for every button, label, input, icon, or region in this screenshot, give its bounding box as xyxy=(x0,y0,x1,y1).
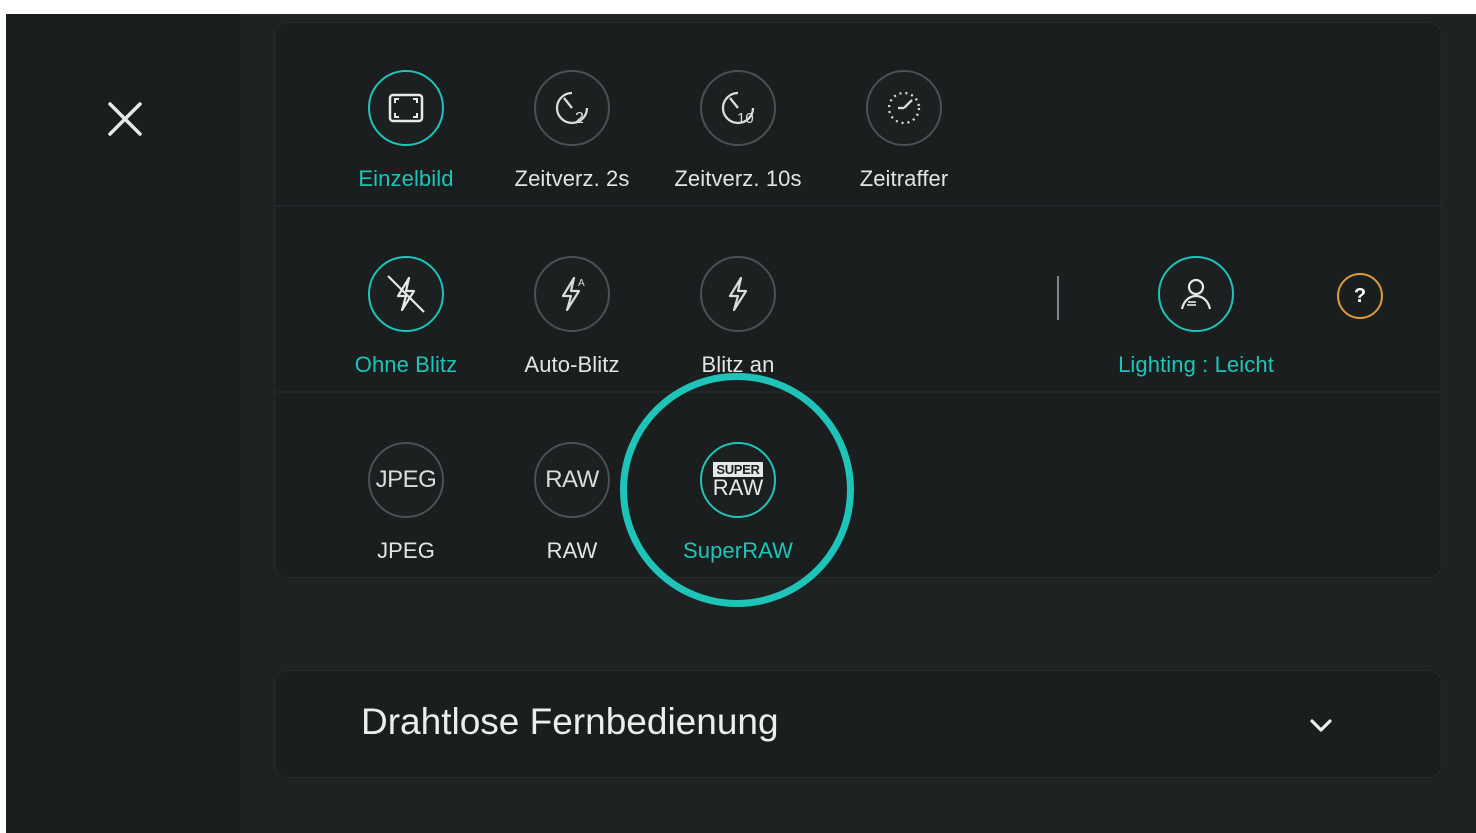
svg-text:A: A xyxy=(578,278,585,289)
flash-mode-label: Blitz an xyxy=(701,352,775,377)
section-title: Drahtlose Fernbedienung xyxy=(361,701,779,742)
drive-mode-label: Einzelbild xyxy=(358,166,454,191)
format-label: JPEG xyxy=(377,538,435,563)
format-raw[interactable]: RAW RAW xyxy=(504,442,644,592)
format-superraw[interactable]: SUPER RAW SuperRAW xyxy=(670,442,810,592)
jpeg-icon: JPEG xyxy=(368,442,444,518)
flash-on-icon xyxy=(700,256,776,332)
raw-icon: RAW xyxy=(534,442,610,518)
timer-10s-icon: 10 xyxy=(700,70,776,146)
vertical-separator xyxy=(1057,276,1059,320)
flash-mode-on[interactable]: Blitz an xyxy=(670,256,810,406)
timer-2s-icon: 2 xyxy=(534,70,610,146)
superraw-icon: SUPER RAW xyxy=(700,442,776,518)
sidebar xyxy=(6,14,240,833)
drive-mode-single[interactable]: Einzelbild xyxy=(338,70,478,220)
flash-mode-off[interactable]: Ohne Blitz xyxy=(338,256,478,406)
frame-icon xyxy=(368,70,444,146)
portrait-lighting-icon xyxy=(1158,256,1234,332)
drive-mode-timelapse[interactable]: Zeitraffer xyxy=(836,70,976,220)
close-button[interactable] xyxy=(100,94,150,144)
drive-mode-label: Zeitraffer xyxy=(859,166,949,191)
superraw-icon-bottom: RAW xyxy=(712,474,764,500)
svg-text:2: 2 xyxy=(575,110,584,127)
jpeg-icon-text: JPEG xyxy=(375,466,437,493)
flash-mode-label: Ohne Blitz xyxy=(354,352,458,377)
drive-mode-label: Zeitverz. 2s xyxy=(514,166,630,191)
format-jpeg[interactable]: JPEG JPEG xyxy=(338,442,478,592)
raw-icon-text: RAW xyxy=(545,466,599,493)
flash-mode-label: Auto-Blitz xyxy=(524,352,620,377)
lighting-mode[interactable]: Lighting : Leicht xyxy=(1118,256,1274,406)
drive-mode-timer-2s[interactable]: 2 Zeitverz. 2s xyxy=(504,70,644,220)
format-label: SuperRAW xyxy=(682,538,794,563)
help-button[interactable]: ? xyxy=(1337,273,1383,319)
svg-text:10: 10 xyxy=(737,110,754,127)
chevron-down-icon xyxy=(1310,719,1332,732)
help-icon: ? xyxy=(1353,284,1367,307)
drive-mode-label: Zeitverz. 10s xyxy=(674,166,802,191)
flash-auto-icon: A xyxy=(534,256,610,332)
format-label: RAW xyxy=(546,538,598,563)
flash-off-icon xyxy=(368,256,444,332)
close-icon xyxy=(108,102,142,136)
wireless-remote-section[interactable]: Drahtlose Fernbedienung xyxy=(274,670,1442,778)
timelapse-icon xyxy=(866,70,942,146)
lighting-label: Lighting : Leicht xyxy=(1118,352,1274,377)
drive-mode-timer-10s[interactable]: 10 Zeitverz. 10s xyxy=(670,70,810,220)
flash-mode-auto[interactable]: A Auto-Blitz xyxy=(504,256,644,406)
